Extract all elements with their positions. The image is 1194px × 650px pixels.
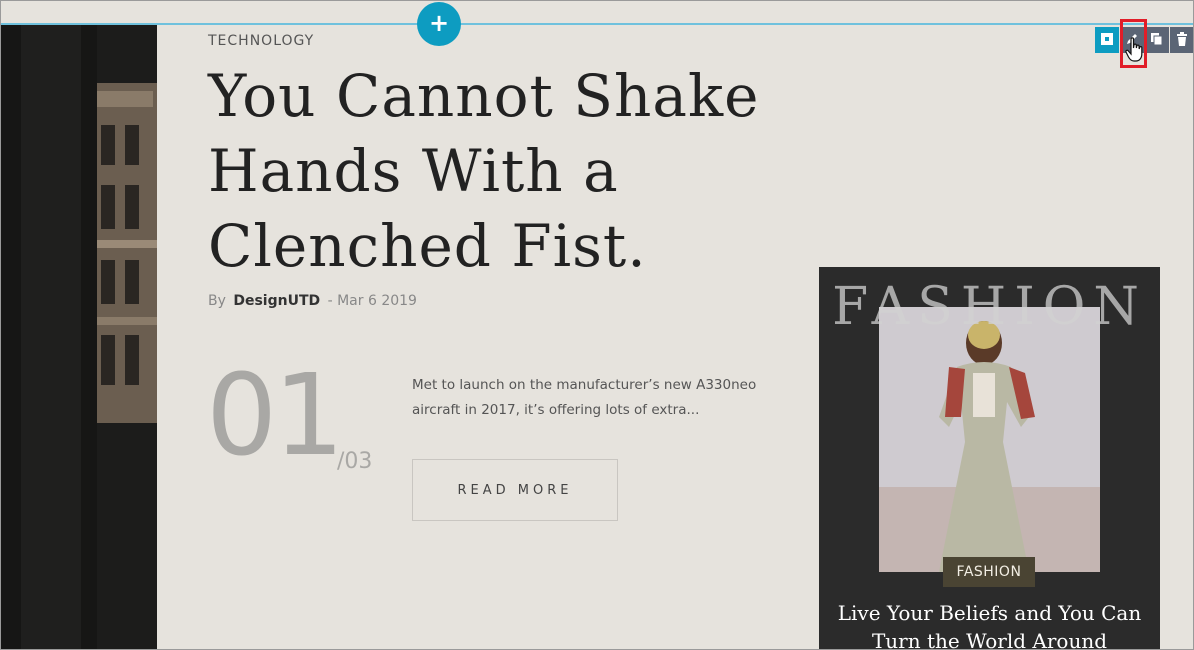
section-guide-line — [1, 23, 1193, 25]
post-byline: By DesignUTD - Mar 6 2019 — [208, 293, 417, 309]
slide-current-number: 01 — [206, 351, 345, 481]
post-date: Mar 6 2019 — [337, 293, 417, 309]
card-overlay-word: FASHION — [832, 277, 1147, 337]
page-frame: + TECHNOLOGY You Cannot Shake Hands With… — [0, 0, 1194, 650]
card-category-badge[interactable]: FASHION — [943, 557, 1035, 587]
byline-separator: - — [327, 293, 333, 309]
select-icon — [1101, 33, 1113, 45]
trash-icon — [1177, 32, 1187, 46]
hand-cursor-icon — [1125, 37, 1145, 67]
post-category[interactable]: TECHNOLOGY — [208, 33, 314, 49]
delete-button[interactable] — [1170, 27, 1193, 53]
select-button[interactable] — [1095, 27, 1119, 53]
fashion-photo — [879, 307, 1100, 572]
duplicate-button[interactable] — [1145, 27, 1169, 53]
card-title[interactable]: Live Your Beliefs and You Can Turn the W… — [829, 599, 1150, 649]
slide-total-number: /03 — [337, 449, 373, 474]
post-author[interactable]: DesignUTD — [233, 293, 320, 309]
post-excerpt: Met to launch on the manufacturer’s new … — [412, 377, 757, 418]
post-title[interactable]: You Cannot Shake Hands With a Clenched F… — [208, 59, 808, 284]
building-photo — [1, 25, 157, 649]
fashion-post-card[interactable]: FASHION FASHION Live Your Beliefs and Yo… — [819, 267, 1160, 649]
read-more-button[interactable]: READ MORE — [412, 459, 618, 521]
by-label: By — [208, 293, 226, 309]
add-section-button[interactable]: + — [417, 2, 461, 46]
copy-icon — [1151, 33, 1163, 46]
